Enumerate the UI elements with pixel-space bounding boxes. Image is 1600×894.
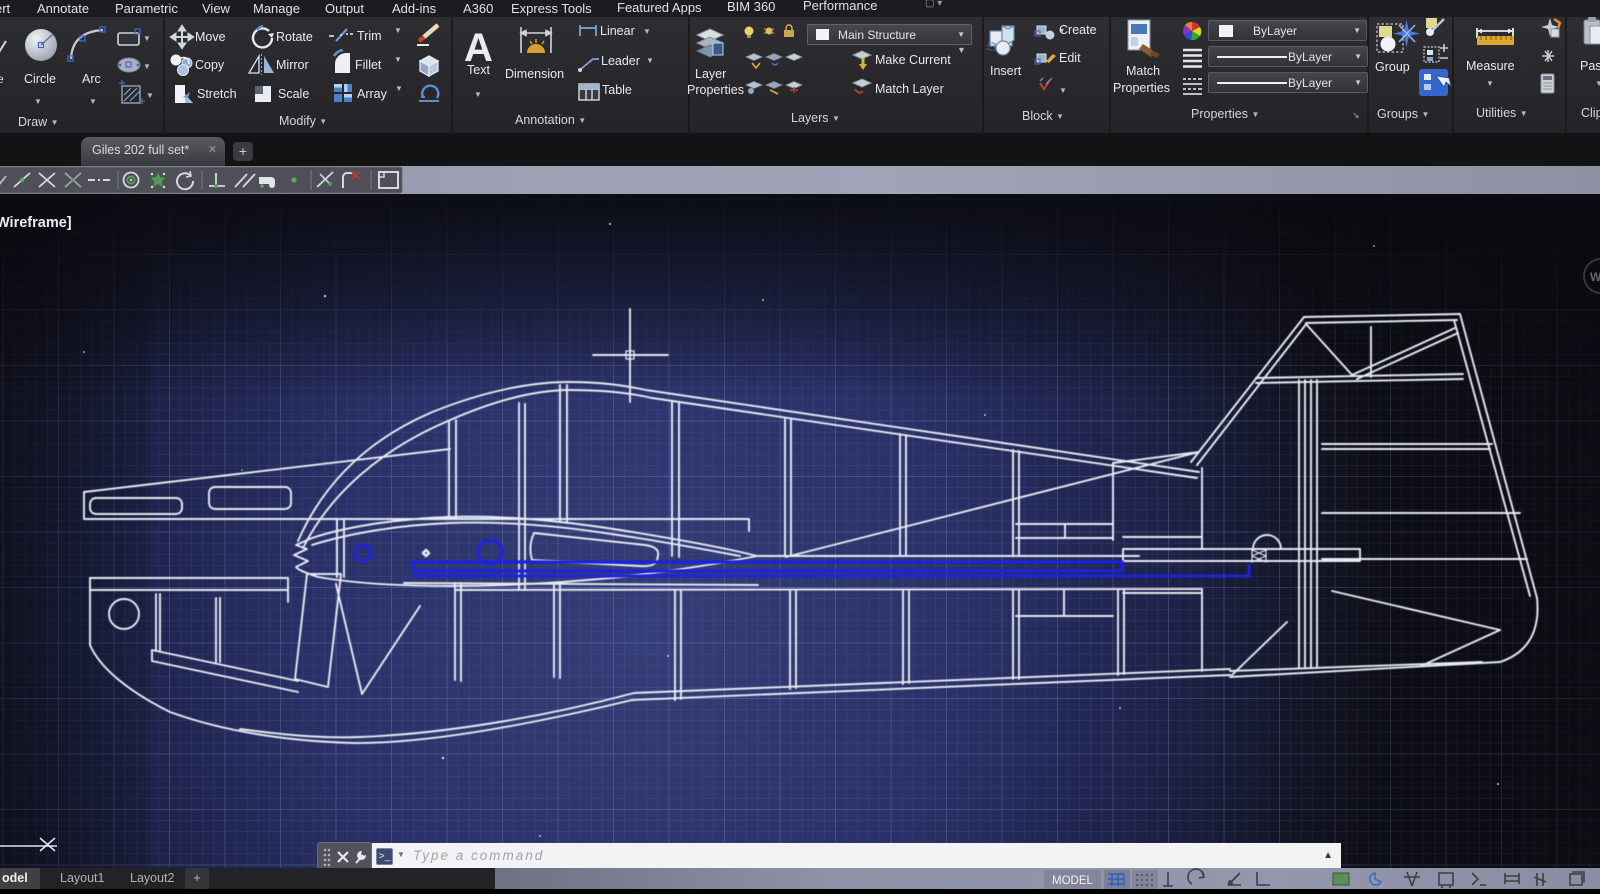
svg-text:▼: ▼	[89, 97, 97, 106]
svg-text:▼: ▼	[1059, 86, 1067, 95]
svg-text:▼: ▼	[1486, 79, 1494, 88]
svg-text:▼: ▼	[34, 97, 42, 106]
svg-text:▼: ▼	[394, 55, 402, 64]
svg-text:▼: ▼	[143, 62, 151, 71]
svg-text:▼: ▼	[1595, 79, 1600, 88]
svg-text:MODEL: MODEL	[1052, 875, 1094, 887]
svg-text:▼: ▼	[395, 84, 403, 93]
svg-text:e: e	[0, 72, 4, 86]
svg-text:▼: ▼	[143, 34, 151, 43]
svg-text:Wireframe]: Wireframe]	[0, 215, 72, 231]
svg-text:W: W	[1590, 270, 1600, 284]
svg-text:▼: ▼	[646, 56, 654, 65]
svg-text:▼: ▼	[643, 27, 651, 36]
svg-text:▼: ▼	[957, 45, 966, 55]
svg-text:▼: ▼	[146, 91, 154, 100]
svg-text:▼: ▼	[474, 90, 482, 99]
svg-text:▼: ▼	[394, 26, 402, 35]
